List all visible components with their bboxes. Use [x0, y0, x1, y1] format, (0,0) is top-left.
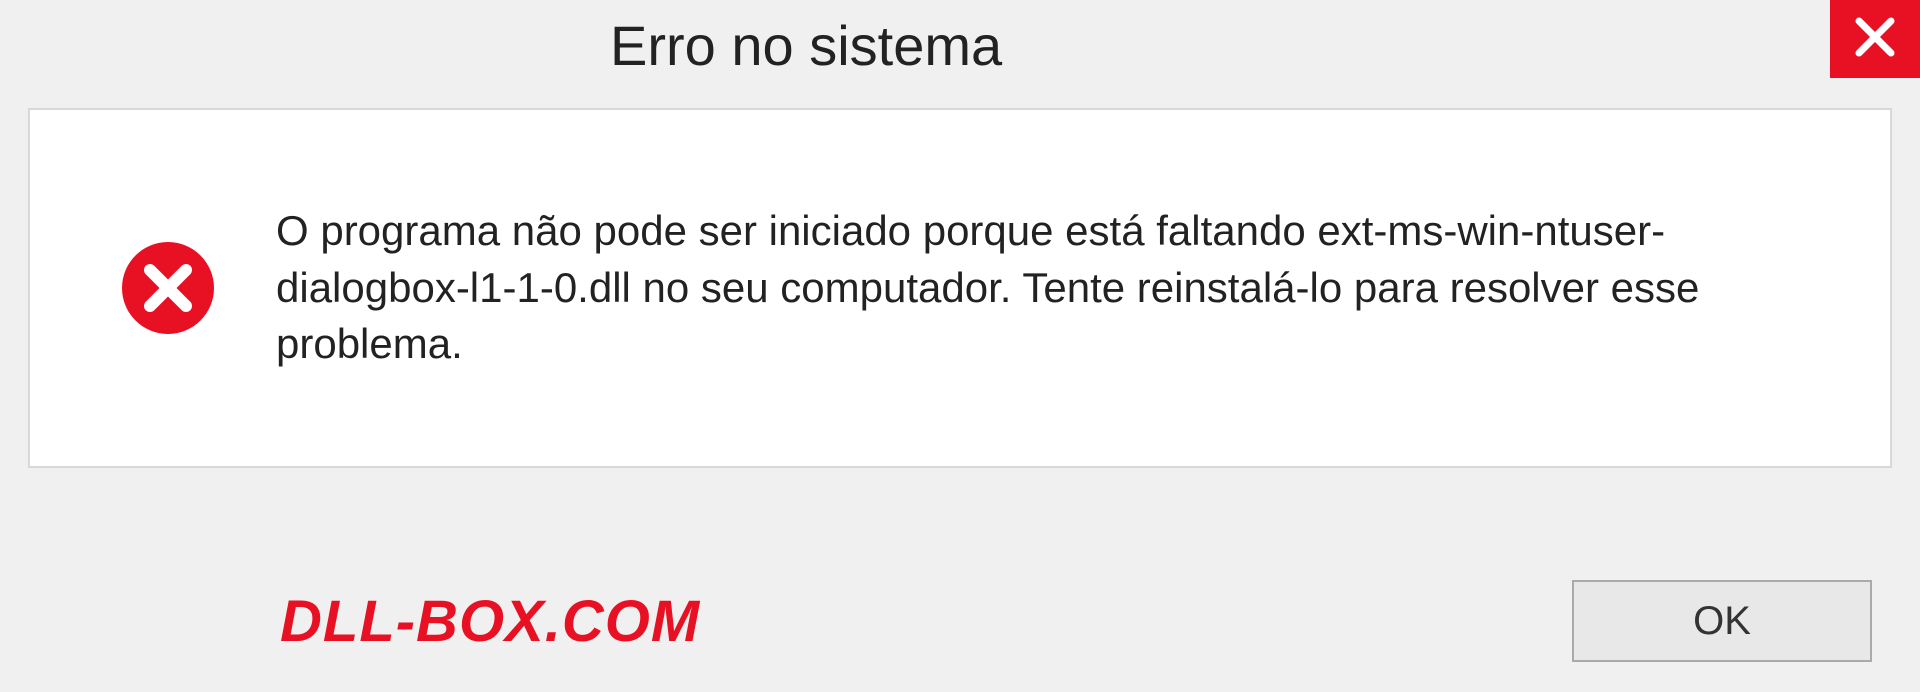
- dialog-title: Erro no sistema: [610, 13, 1002, 78]
- content-panel: O programa não pode ser iniciado porque …: [28, 108, 1892, 468]
- close-icon: [1853, 15, 1897, 64]
- ok-button[interactable]: OK: [1572, 580, 1872, 662]
- error-dialog: Erro no sistema O programa não pode ser …: [0, 0, 1920, 692]
- close-button[interactable]: [1830, 0, 1920, 78]
- watermark-text: DLL-BOX.COM: [280, 588, 700, 655]
- dialog-footer: DLL-BOX.COM OK: [0, 580, 1920, 662]
- titlebar: Erro no sistema: [0, 0, 1920, 90]
- error-message: O programa não pode ser iniciado porque …: [276, 203, 1820, 373]
- error-icon: [120, 240, 216, 336]
- ok-button-label: OK: [1693, 599, 1751, 644]
